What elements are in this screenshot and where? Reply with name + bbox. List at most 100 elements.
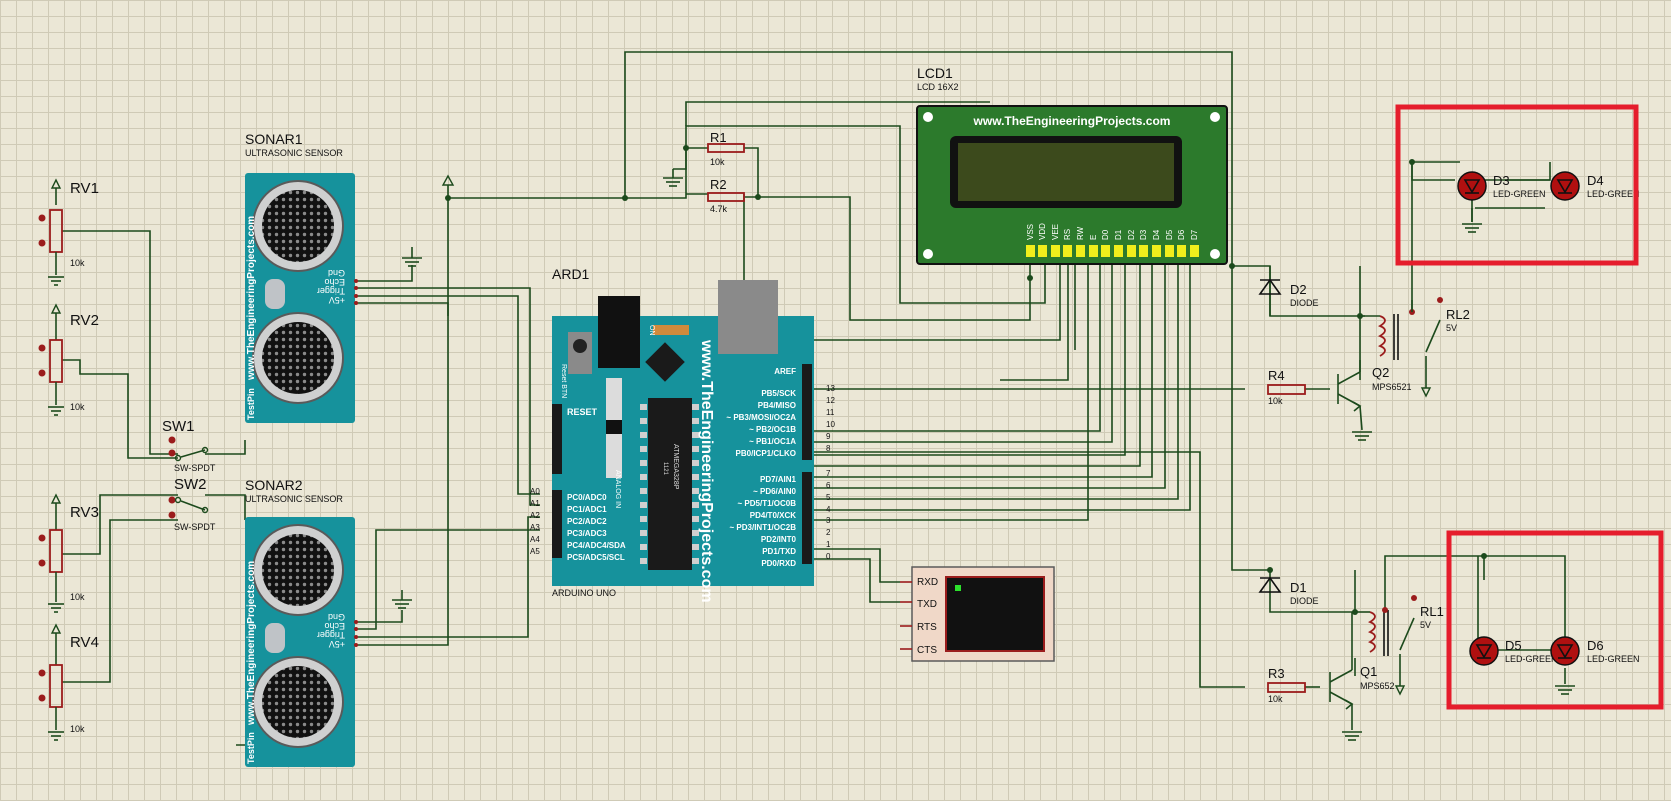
sonar1-ref: SONAR1: [245, 131, 303, 147]
analog-in-label: ANALOG IN: [614, 470, 621, 508]
pin-num-a2: A2: [530, 511, 540, 520]
pin-pb3: ~ PB3/MOSI/OC2A: [726, 413, 796, 422]
d6-ref: D6: [1587, 638, 1604, 653]
sonar1-pin-trigger: Trigger: [317, 286, 345, 296]
pin-num-12: 12: [826, 396, 835, 405]
pin-num-2: 2: [826, 528, 831, 537]
pin-pd2: PD2/INT0: [761, 535, 797, 544]
rv1-ref: RV1: [70, 180, 99, 197]
lcd-ref: LCD1: [917, 65, 953, 81]
q2-ref: Q2: [1372, 365, 1389, 380]
arrow-icon: [50, 178, 62, 189]
lcd-pin-d1: D1: [1114, 229, 1123, 240]
r1-value: 10k: [710, 157, 725, 167]
sonar1-pin-echo: Echo: [324, 277, 345, 287]
terminal-pin-txd: TXD: [917, 599, 937, 610]
reset-label: RESET: [567, 407, 598, 417]
lcd-pin-rw: RW: [1076, 226, 1085, 240]
rv2-value: 10k: [70, 402, 85, 412]
rl2-ref: RL2: [1446, 307, 1470, 322]
terminal-pin-rts: RTS: [917, 622, 937, 633]
rl1-value: 5V: [1420, 620, 1431, 630]
pin-num-a4: A4: [530, 535, 540, 544]
pin-num-a1: A1: [530, 499, 540, 508]
pin-pc1: PC1/ADC1: [567, 505, 607, 514]
pin-num-a5: A5: [530, 547, 540, 556]
sonar1-sensor[interactable]: SONAR1 ULTRASONIC SENSOR www.TheEngineer…: [245, 131, 358, 423]
q1-type: MPS652: [1360, 681, 1395, 691]
led-d4[interactable]: D4 LED-GREEN: [1550, 171, 1640, 201]
pin-pb4: PB4/MISO: [758, 401, 796, 410]
sonar2-ref: SONAR2: [245, 477, 303, 493]
resistor-r1[interactable]: R1 10k: [707, 130, 745, 167]
diode-d2[interactable]: D2 DIODE: [1258, 266, 1319, 316]
pin-pd3: ~ PD3/INT1/OC2B: [730, 523, 797, 532]
ground-icon: [402, 247, 422, 267]
pin-pc2: PC2/ADC2: [567, 517, 607, 526]
d6-type: LED-GREEN: [1587, 654, 1640, 664]
sonar1-pin-gnd: Gnd: [328, 268, 345, 278]
lcd-16x2[interactable]: LCD1 LCD 16X2 www.TheEngineeringProjects…: [916, 65, 1228, 265]
pin-aref: AREF: [774, 367, 796, 376]
rl1-ref: RL1: [1420, 604, 1444, 619]
resistor-r3[interactable]: R3 10k: [1267, 666, 1306, 704]
r1-ref: R1: [710, 130, 727, 145]
sonar2-pin-echo: Echo: [324, 621, 345, 631]
sonar1-silk: www.TheEngineeringProjects.com: [246, 216, 257, 381]
rl2-value: 5V: [1446, 323, 1457, 333]
rv3-value: 10k: [70, 592, 85, 602]
pin-pb5: PB5/SCK: [761, 389, 796, 398]
ground-icon: [48, 731, 64, 741]
lcd-type: LCD 16X2: [917, 82, 959, 92]
virtual-terminal[interactable]: RXD TXD RTS CTS: [900, 566, 1055, 662]
pin-num-13: 13: [826, 384, 835, 393]
on-label: ON: [648, 325, 655, 336]
d4-ref: D4: [1587, 173, 1604, 188]
switch-sw1[interactable]: SW1 SW-SPDT: [162, 418, 216, 473]
ground-icon: [1555, 668, 1575, 695]
reset-btn-label: Reset BTN: [560, 364, 567, 398]
relay-rl1[interactable]: RL1 5V: [1367, 595, 1444, 696]
potentiometer-rv1[interactable]: RV1 10k: [38, 178, 99, 286]
r3-ref: R3: [1268, 666, 1285, 681]
ground-icon: [48, 276, 64, 286]
lcd-silk: www.TheEngineeringProjects.com: [973, 114, 1171, 128]
transistor-q1[interactable]: [1329, 612, 1362, 741]
pin-num-8: 8: [826, 444, 831, 453]
lcd-pin-rs: RS: [1063, 229, 1072, 240]
d4-type: LED-GREEN: [1587, 189, 1640, 199]
pin-pb1: ~ PB1/OC1A: [749, 437, 796, 446]
led-d5[interactable]: D5 LED-GREEN: [1469, 636, 1558, 666]
r4-ref: R4: [1268, 368, 1285, 383]
ground-icon: [392, 590, 412, 609]
q2-type: MPS6521: [1372, 382, 1412, 392]
diode-d1[interactable]: D1 DIODE: [1258, 576, 1319, 606]
lcd-pin-d5: D5: [1165, 229, 1174, 240]
resistor-r4[interactable]: R4 10k: [1267, 368, 1306, 406]
d2-ref: D2: [1290, 282, 1307, 297]
chip-sub-label: 1121: [662, 462, 668, 476]
schematic-canvas[interactable]: RV1 10k RV2 10k RV3 10k RV4 10k SW1 SW-S…: [0, 0, 1671, 801]
resistor-r2[interactable]: R2 4.7k: [707, 177, 745, 214]
highlight-box-bottom: [1446, 530, 1664, 710]
ground-icon: [663, 169, 683, 187]
pin-pc4: PC4/ADC4/SDA: [567, 541, 626, 550]
arduino-uno[interactable]: ARD1 Reset BTN ON ANALOG IN 1121 ATMEGA3…: [530, 266, 835, 603]
r3-value: 10k: [1268, 694, 1283, 704]
sonar2-testpin: TestPin: [246, 732, 256, 764]
transistor-q2[interactable]: [1337, 316, 1372, 441]
r4-value: 10k: [1268, 396, 1283, 406]
pin-num-10: 10: [826, 420, 835, 429]
pin-pd6: ~ PD6/AIN0: [753, 487, 796, 496]
sonar2-sensor[interactable]: SONAR2 ULTRASONIC SENSOR www.TheEngineer…: [245, 477, 358, 767]
sonar2-silk: www.TheEngineeringProjects.com: [246, 561, 257, 726]
d1-ref: D1: [1290, 580, 1307, 595]
led-d6[interactable]: D6 LED-GREEN: [1550, 636, 1640, 666]
sw2-ref: SW2: [174, 476, 207, 493]
pin-pd0: PD0/RXD: [761, 559, 796, 568]
switch-sw2[interactable]: SW2 SW-SPDT: [168, 476, 216, 532]
arduino-type: ARDUINO UNO: [552, 588, 616, 598]
led-d3[interactable]: D3 LED-GREEN: [1457, 171, 1546, 201]
pin-pc3: PC3/ADC3: [567, 529, 607, 538]
pin-pd5: ~ PD5/T1/OC0B: [738, 499, 797, 508]
